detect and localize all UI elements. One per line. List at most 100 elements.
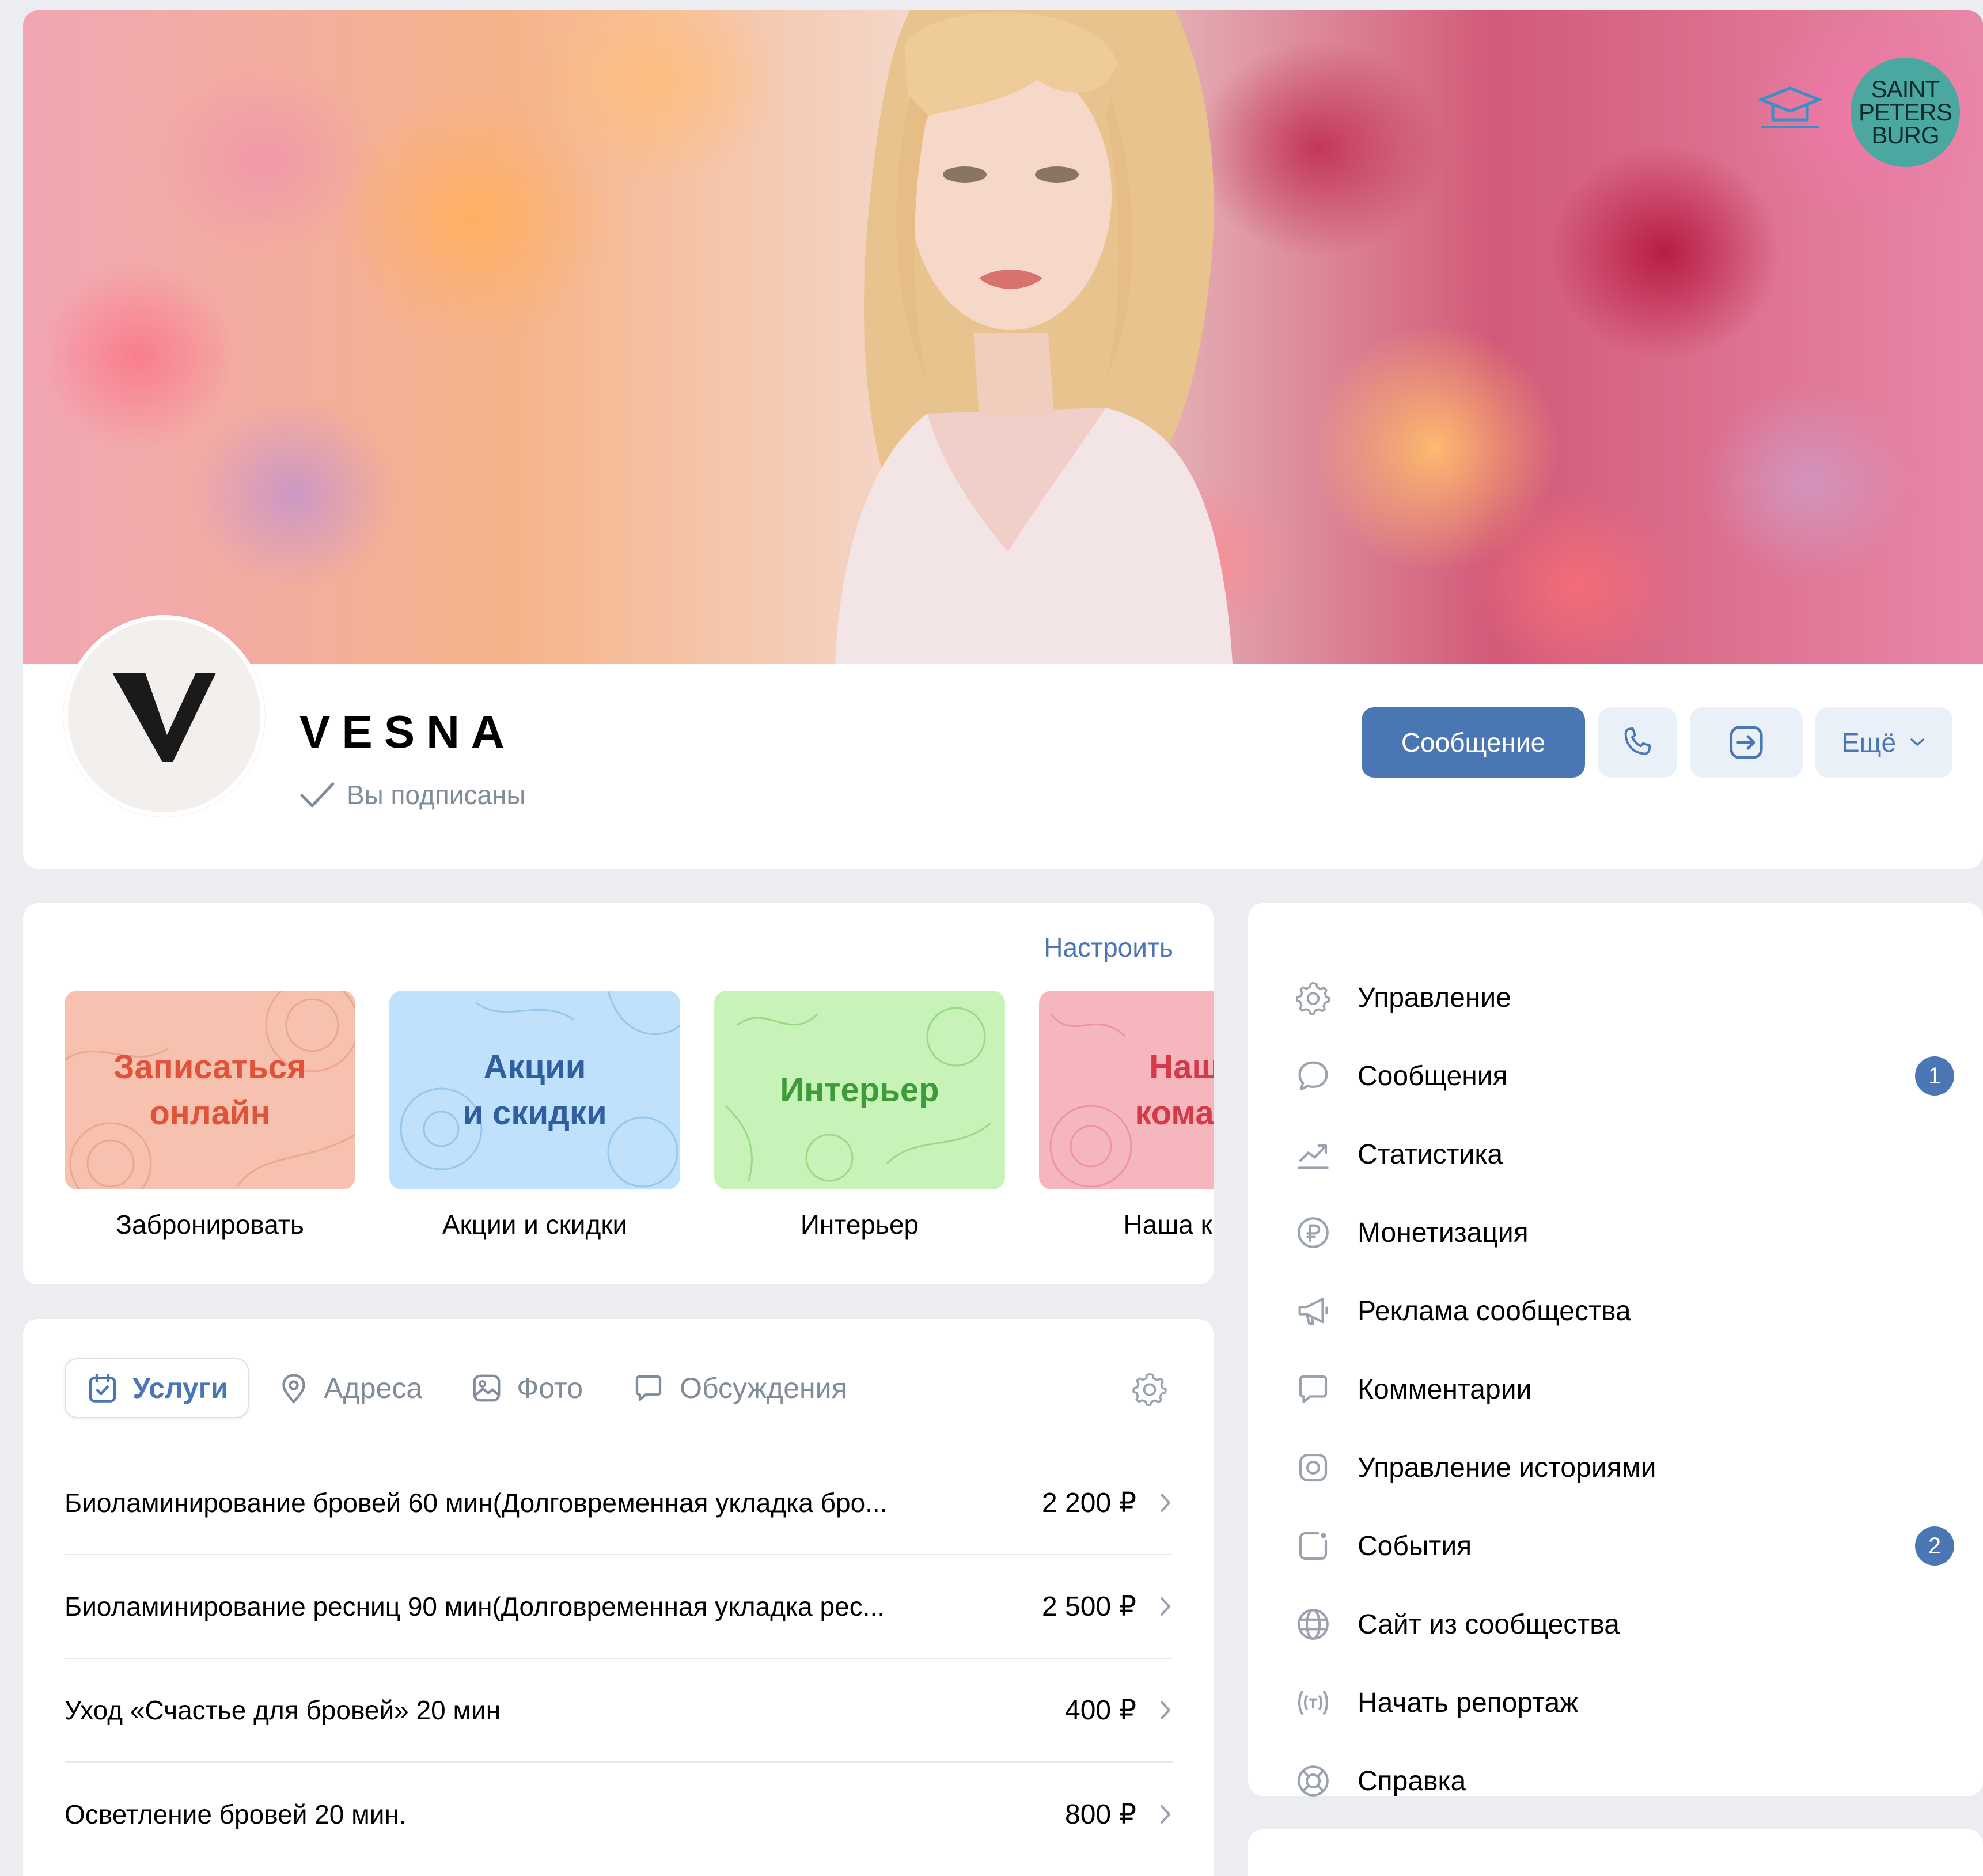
menu-label: События xyxy=(1358,1530,1472,1562)
globe-icon xyxy=(1293,1604,1333,1644)
location-pin-icon xyxy=(282,1374,305,1404)
menu-label: Справка xyxy=(1358,1765,1466,1797)
tile-image: Записаться онлайн xyxy=(65,991,355,1189)
service-name: Уход «Счастье для бровей» 20 мин xyxy=(65,1695,501,1725)
broadcast-icon xyxy=(1293,1682,1333,1723)
tab-label: Фото xyxy=(517,1372,583,1404)
service-name: Биоламинирование ресниц 90 мин(Долговрем… xyxy=(65,1591,885,1621)
tile-image-text: Интерьер xyxy=(780,1071,939,1109)
link-tile-booking[interactable]: Записаться онлайн Забронировать xyxy=(65,991,355,1240)
calendar-check-icon xyxy=(89,1374,116,1403)
event-icon xyxy=(1293,1526,1333,1566)
service-price: 400 ₽ xyxy=(1065,1695,1136,1726)
services-card: Услуги Адреса Фото Обсуждения Биоламинир… xyxy=(23,1319,1214,1876)
menu-item-site[interactable]: Сайт из сообщества xyxy=(1248,1585,1983,1663)
tile-image-text: Акции и скидки xyxy=(462,1048,607,1132)
tile-label: Наша ком xyxy=(1123,1210,1214,1240)
menu-item-comments[interactable]: Комментарии xyxy=(1248,1350,1983,1428)
service-price: 2 200 ₽ xyxy=(1042,1488,1136,1518)
chevron-right-icon xyxy=(1159,1804,1173,1825)
community-name: VESNA xyxy=(299,706,516,757)
menu-item-broadcast[interactable]: Начать репортаж xyxy=(1248,1663,1983,1742)
tile-image-text: Наш коман xyxy=(1135,1048,1214,1132)
chevron-down-icon xyxy=(1910,738,1924,746)
links-card: Настроить Записаться онлайн Забронироват… xyxy=(23,903,1214,1284)
service-row[interactable]: Осветление бровей 20 мин. 800 ₽ xyxy=(65,1763,1173,1866)
events-badge: 2 xyxy=(1915,1526,1954,1566)
subscription-label: Вы подписаны xyxy=(347,780,526,810)
service-row[interactable]: Уход «Счастье для бровей» 20 мин 400 ₽ xyxy=(65,1659,1173,1763)
lifebuoy-icon xyxy=(1293,1761,1333,1801)
menu-label: Статистика xyxy=(1358,1139,1503,1170)
link-tile-promotions[interactable]: Акции и скидки Акции и скидки xyxy=(389,991,680,1240)
menu-item-management[interactable]: Управление xyxy=(1248,958,1983,1037)
menu-item-advertising[interactable]: Реклама сообщества xyxy=(1248,1272,1983,1350)
tile-label: Забронировать xyxy=(116,1210,304,1240)
menu-label: Сообщения xyxy=(1358,1060,1508,1092)
stories-icon xyxy=(1293,1447,1333,1488)
tabs-settings-button[interactable] xyxy=(1131,1370,1169,1411)
menu-item-statistics[interactable]: Статистика xyxy=(1248,1115,1983,1193)
menu-label: Реклама сообщества xyxy=(1358,1295,1631,1327)
cover-woman-figure xyxy=(835,10,1233,664)
message-button[interactable]: Сообщение xyxy=(1362,707,1585,778)
menu-item-monetization[interactable]: Монетизация xyxy=(1248,1193,1983,1272)
content-tabs: Услуги Адреса Фото Обсуждения xyxy=(65,1358,875,1418)
menu-label: Начать репортаж xyxy=(1358,1687,1579,1718)
service-row[interactable]: Биоламинирование бровей 60 мин(Долговрем… xyxy=(65,1451,1173,1555)
share-button[interactable] xyxy=(1690,707,1803,778)
tile-image-text: Записаться онлайн xyxy=(113,1048,306,1132)
setup-link[interactable]: Настроить xyxy=(1044,932,1173,963)
badge-line: PETERS xyxy=(1858,98,1952,126)
service-price: 2 500 ₽ xyxy=(1042,1591,1136,1622)
sidebar-next-card xyxy=(1248,1829,1983,1876)
link-tile-team[interactable]: Наш коман Наша ком xyxy=(1039,991,1214,1240)
message-bubble-icon xyxy=(1293,1056,1333,1096)
checkmark-icon xyxy=(300,782,335,808)
service-price: 800 ₽ xyxy=(1065,1799,1136,1830)
chevron-right-icon xyxy=(1159,1596,1173,1617)
subscription-status[interactable]: Вы подписаны xyxy=(299,778,526,812)
comment-icon xyxy=(1293,1369,1333,1409)
more-button[interactable]: Ещё xyxy=(1815,707,1952,778)
menu-item-messages[interactable]: Сообщения 1 xyxy=(1248,1037,1983,1115)
service-row[interactable]: Биоламинирование ресниц 90 мин(Долговрем… xyxy=(65,1555,1173,1659)
unread-badge: 1 xyxy=(1915,1056,1954,1096)
community-avatar[interactable] xyxy=(63,615,265,817)
saint-petersburg-badge: SAINT PETERS BURG xyxy=(1851,58,1960,167)
menu-label: Комментарии xyxy=(1358,1374,1532,1405)
tile-image: Акции и скидки xyxy=(389,991,680,1189)
chevron-right-icon xyxy=(1159,1492,1173,1513)
ruble-coin-icon xyxy=(1293,1212,1333,1253)
tab-label: Услуги xyxy=(132,1372,229,1404)
tab-photos[interactable]: Фото xyxy=(450,1358,602,1418)
menu-item-events[interactable]: События 2 xyxy=(1248,1507,1983,1585)
tile-image: Наш коман xyxy=(1039,991,1214,1189)
badge-line: BURG xyxy=(1871,122,1939,149)
call-button[interactable] xyxy=(1598,707,1677,778)
chat-bubble-icon xyxy=(635,1375,662,1401)
chevron-right-icon xyxy=(1159,1700,1173,1720)
menu-label: Монетизация xyxy=(1358,1217,1529,1248)
gear-icon xyxy=(1293,977,1333,1018)
tab-services[interactable]: Услуги xyxy=(65,1358,249,1418)
photo-icon xyxy=(473,1374,501,1402)
link-tile-interior[interactable]: Интерьер Интерьер xyxy=(714,991,1005,1240)
community-header xyxy=(23,664,1983,869)
management-menu: Управление Сообщения 1 Статистика Монети… xyxy=(1248,903,1983,1797)
cover-image: SAINT PETERS BURG xyxy=(23,10,1983,664)
v-logo-icon xyxy=(112,673,216,762)
more-label: Ещё xyxy=(1841,727,1897,757)
tab-addresses[interactable]: Адреса xyxy=(257,1358,442,1418)
tab-discussions[interactable]: Обсуждения xyxy=(611,1358,867,1418)
menu-label: Управление xyxy=(1358,982,1511,1013)
menu-item-help[interactable]: Справка xyxy=(1248,1742,1983,1820)
service-name: Биоламинирование бровей 60 мин(Долговрем… xyxy=(65,1488,888,1518)
share-icon xyxy=(1730,726,1763,759)
services-list: Биоламинирование бровей 60 мин(Долговрем… xyxy=(65,1451,1173,1866)
menu-item-stories[interactable]: Управление историями xyxy=(1248,1428,1983,1507)
megaphone-icon xyxy=(1293,1291,1333,1331)
tab-label: Обсуждения xyxy=(680,1372,847,1404)
tile-image: Интерьер xyxy=(714,991,1005,1189)
tile-label: Интерьер xyxy=(800,1210,919,1240)
